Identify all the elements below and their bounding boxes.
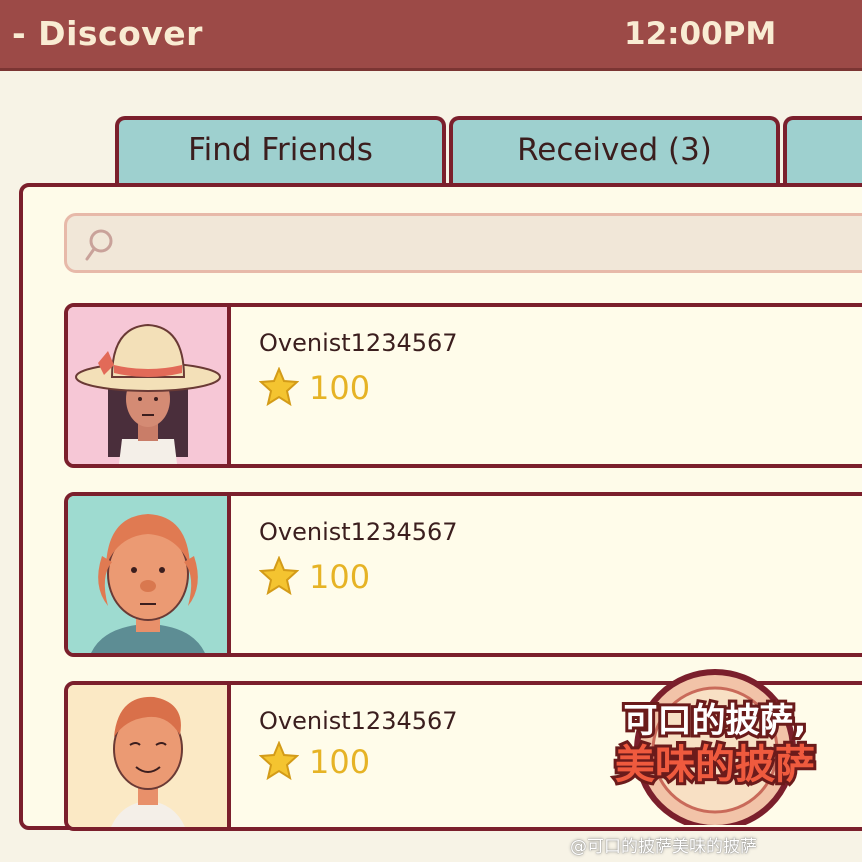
player-name: Ovenist1234567: [259, 329, 458, 357]
player-name: Ovenist1234567: [259, 518, 458, 546]
star-icon: [259, 556, 299, 596]
tab-label: Find Friends: [188, 132, 373, 168]
logo-line-2: 美味的披萨: [615, 742, 815, 788]
clock: 12:00PM: [624, 16, 777, 52]
game-logo: 可口的披萨, 美味的披萨: [612, 669, 818, 825]
star-icon: [259, 741, 299, 781]
player-score: 100: [309, 558, 371, 596]
player-score: 100: [309, 369, 371, 407]
player-score: 100: [309, 743, 371, 781]
search-input[interactable]: [64, 213, 862, 273]
tab-label: Received (3): [517, 132, 712, 168]
top-bar: - Discover 12:00PM: [0, 0, 862, 71]
weibo-watermark: @可口的披萨美味的披萨: [570, 837, 757, 857]
avatar-curly-man: [68, 496, 231, 653]
screen-title: - Discover: [12, 14, 203, 53]
friend-row[interactable]: Ovenist1234567 100: [64, 303, 862, 468]
friend-row[interactable]: Ovenist1234567 100: [64, 492, 862, 657]
star-icon: [259, 367, 299, 407]
logo-line-1: 可口的披萨,: [624, 701, 807, 741]
avatar-smiling-man: [68, 685, 231, 827]
avatar-hat-woman: [68, 307, 231, 464]
player-name: Ovenist1234567: [259, 707, 458, 735]
search-icon: [85, 229, 113, 261]
